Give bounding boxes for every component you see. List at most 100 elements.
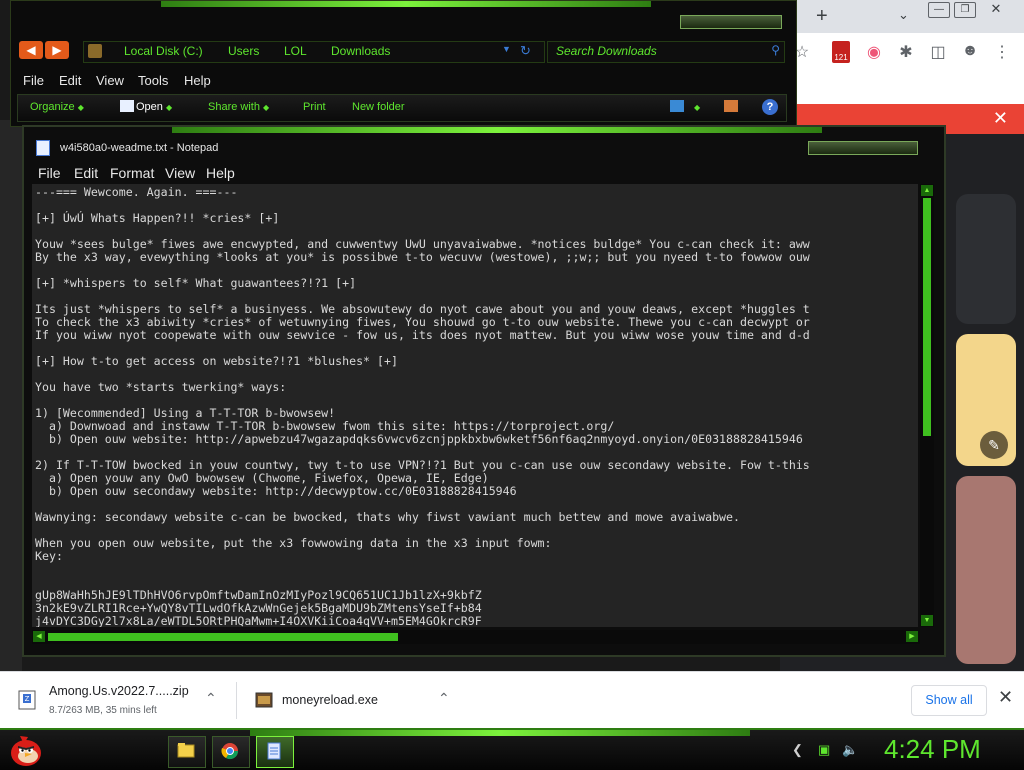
tray-chevron-icon[interactable]: ❮ xyxy=(792,742,803,758)
horizontal-scrollbar[interactable]: ◀ ▶ xyxy=(32,630,920,644)
print-button[interactable]: Print xyxy=(303,101,326,113)
notepad-icon xyxy=(36,140,50,156)
puzzle-icon[interactable]: ✱ xyxy=(896,42,916,62)
desktop-edge-strip xyxy=(0,120,22,680)
menu-format[interactable]: Format xyxy=(110,165,154,181)
explorer-menubar: File Edit View Tools Help xyxy=(12,69,782,91)
chrome-toolbar: ☆ 121 ◉ ✱ ◫ ☻ ⋮ xyxy=(780,33,1024,71)
extension-badge-icon[interactable]: 121 xyxy=(832,41,850,63)
open-label: Open xyxy=(136,101,163,113)
folder-icon xyxy=(177,743,195,758)
open-button[interactable]: Open ◆ xyxy=(136,101,172,113)
text-editor[interactable]: ---=== Wewcome. Again. ===--- [+] ÚwÚ Wh… xyxy=(32,184,918,627)
download-item[interactable]: moneyreload.exe ⌃ xyxy=(237,672,467,729)
volume-icon[interactable]: 🔈 xyxy=(842,742,858,758)
video-tile[interactable] xyxy=(956,194,1016,324)
search-placeholder: Search Downloads xyxy=(556,44,657,58)
share-label: Share with xyxy=(208,101,260,113)
chevron-up-icon[interactable]: ⌃ xyxy=(438,690,450,707)
video-tile[interactable] xyxy=(956,476,1016,664)
nav-buttons: ◀ ▶ xyxy=(19,41,75,61)
window-glow xyxy=(161,1,651,7)
address-bar[interactable]: Local Disk (C:) Users LOL Downloads ▼ ↻ xyxy=(83,41,545,63)
search-icon[interactable]: ⚲ xyxy=(771,43,780,57)
breadcrumb-downloads[interactable]: Downloads xyxy=(331,44,390,58)
view-options-icon[interactable]: ◆ xyxy=(694,101,700,113)
document-text: ---=== Wewcome. Again. ===--- [+] ÚwÚ Wh… xyxy=(35,185,810,628)
menu-file[interactable]: File xyxy=(23,73,44,88)
start-button-angry-bird-icon[interactable] xyxy=(6,732,44,768)
download-filename: moneyreload.exe xyxy=(282,693,378,707)
help-icon[interactable]: ? xyxy=(762,99,778,115)
chevron-up-icon[interactable]: ⌃ xyxy=(205,690,217,707)
notepad-titlebar[interactable]: w4i580a0-weadme.txt - Notepad xyxy=(24,137,940,159)
sidepanel-icon[interactable]: ◫ xyxy=(928,42,948,62)
download-bar: Z Among.Us.v2022.7.....zip 8.7/263 MB, 3… xyxy=(0,671,1024,729)
menu-file[interactable]: File xyxy=(38,165,61,181)
organize-label: Organize xyxy=(30,101,75,113)
scroll-right-icon[interactable]: ▶ xyxy=(906,631,918,642)
new-folder-button[interactable]: New folder xyxy=(352,101,405,113)
scroll-thumb[interactable] xyxy=(923,198,931,436)
scroll-up-icon[interactable]: ▲ xyxy=(921,185,933,196)
explorer-window: ◀ ▶ Local Disk (C:) Users LOL Downloads ▼… xyxy=(10,0,797,127)
taskbar-explorer[interactable] xyxy=(168,736,206,768)
chrome-icon xyxy=(221,743,239,760)
file-icon xyxy=(120,100,134,112)
menu-help[interactable]: Help xyxy=(206,165,235,181)
vertical-scrollbar[interactable]: ▲ ▼ xyxy=(920,184,934,627)
close-icon[interactable]: ✕ xyxy=(993,108,1008,129)
taskbar-glow xyxy=(250,730,750,736)
window-caption-buttons[interactable] xyxy=(680,15,782,29)
menu-edit[interactable]: Edit xyxy=(59,73,81,88)
taskbar-notepad[interactable] xyxy=(256,736,294,768)
view-icon[interactable] xyxy=(670,100,684,112)
preview-pane-icon[interactable] xyxy=(724,100,738,112)
new-tab-icon[interactable]: + xyxy=(816,5,828,28)
close-icon[interactable]: ✕ xyxy=(998,687,1013,708)
menu-dots-icon[interactable]: ⋮ xyxy=(992,42,1012,62)
tab-search-chevron-icon[interactable]: ⌄ xyxy=(898,7,909,23)
menu-help[interactable]: Help xyxy=(184,73,211,88)
menu-view[interactable]: View xyxy=(96,73,124,88)
chrome-tab-strip: + ⌄ — ❐ ✕ xyxy=(780,0,1024,33)
zip-file-icon: Z xyxy=(18,690,36,710)
scroll-thumb[interactable] xyxy=(48,633,398,641)
breadcrumb-users[interactable]: Users xyxy=(228,44,259,58)
exe-file-icon xyxy=(255,692,273,708)
show-all-button[interactable]: Show all xyxy=(911,685,987,716)
forward-icon[interactable]: ▶ xyxy=(45,41,69,59)
window-glow xyxy=(172,127,822,133)
search-input[interactable]: Search Downloads ⚲ xyxy=(547,41,785,63)
menu-tools[interactable]: Tools xyxy=(138,73,168,88)
chrome-page-top xyxy=(780,71,1024,104)
clock[interactable]: 4:24 PM xyxy=(884,734,981,765)
scroll-down-icon[interactable]: ▼ xyxy=(921,615,933,626)
back-icon[interactable]: ◀ xyxy=(19,41,43,59)
restore-icon[interactable]: ❐ xyxy=(954,2,976,18)
menu-view[interactable]: View xyxy=(165,165,195,181)
window-caption-buttons[interactable] xyxy=(808,141,918,155)
organize-button[interactable]: Organize ◆ xyxy=(30,101,84,113)
notepad-icon xyxy=(267,742,281,760)
share-with-button[interactable]: Share with ◆ xyxy=(208,101,269,113)
svg-text:Z: Z xyxy=(25,695,30,703)
chevron-down-icon[interactable]: ▼ xyxy=(502,44,511,54)
notepad-menubar: File Edit Format View Help xyxy=(24,163,940,183)
extension-icon[interactable]: ◉ xyxy=(864,42,884,62)
close-icon[interactable]: ✕ xyxy=(986,2,1006,16)
profile-icon[interactable]: ☻ xyxy=(960,42,980,60)
taskbar-chrome[interactable] xyxy=(212,736,250,768)
network-icon[interactable]: ▣ xyxy=(818,742,830,758)
refresh-icon[interactable]: ↻ xyxy=(520,43,531,59)
folder-icon xyxy=(88,44,102,58)
breadcrumb-lol[interactable]: LOL xyxy=(284,44,307,58)
mic-muted-icon[interactable]: ✎ xyxy=(980,431,1008,459)
scroll-left-icon[interactable]: ◀ xyxy=(33,631,45,642)
minimize-icon[interactable]: — xyxy=(928,2,950,18)
download-filename: Among.Us.v2022.7.....zip xyxy=(49,684,189,698)
menu-edit[interactable]: Edit xyxy=(74,165,98,181)
window-title: w4i580a0-weadme.txt - Notepad xyxy=(60,142,219,154)
download-item[interactable]: Z Among.Us.v2022.7.....zip 8.7/263 MB, 3… xyxy=(0,672,236,729)
breadcrumb-local-disk[interactable]: Local Disk (C:) xyxy=(124,44,203,58)
